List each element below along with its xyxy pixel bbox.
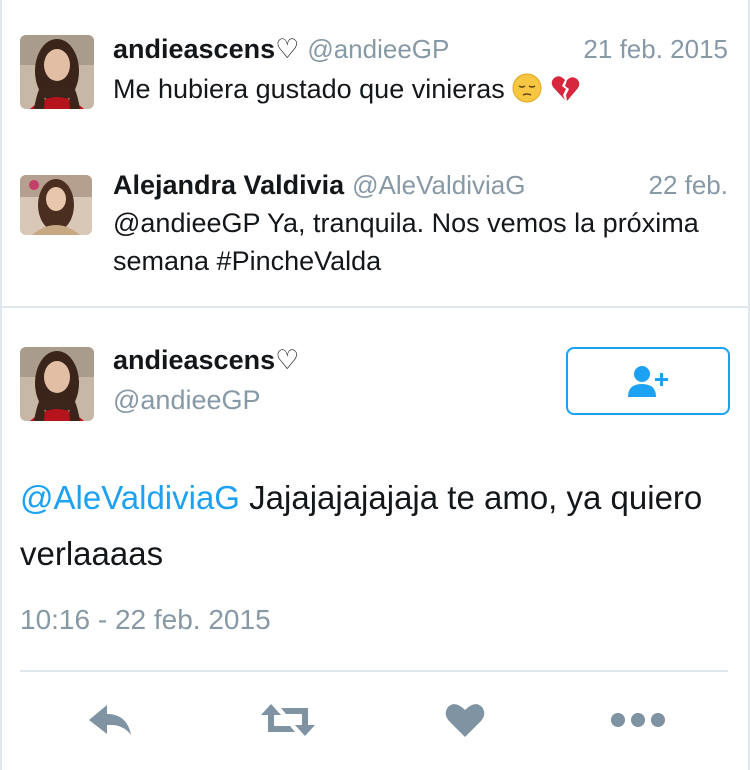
tweet-header: Alejandra Valdivia @AleValdiviaG 22 feb. <box>113 170 728 201</box>
retweet-button[interactable] <box>258 698 318 742</box>
tweet-conversation-view: andieascens♡ @andieeGP 21 feb. 2015 Me h… <box>0 0 750 770</box>
more-button[interactable] <box>610 698 666 742</box>
pensive-face-icon <box>512 73 542 103</box>
retweet-icon <box>261 704 315 736</box>
tweet-timestamp[interactable]: 10:16 - 22 feb. 2015 <box>20 604 271 636</box>
mention-link[interactable]: @AleValdiviaG <box>20 479 240 516</box>
author-name[interactable]: Alejandra Valdivia <box>113 170 344 201</box>
author-handle[interactable]: @andieeGP <box>307 34 449 65</box>
tweet-header: andieascens♡ @andieeGP 21 feb. 2015 <box>113 34 728 65</box>
author-name[interactable]: andieascens♡ <box>113 345 299 376</box>
actions-divider <box>20 670 728 672</box>
avatar[interactable] <box>20 175 92 235</box>
reply-button[interactable] <box>84 698 136 742</box>
author-name[interactable]: andieascens♡ <box>113 34 299 65</box>
left-border <box>0 0 2 770</box>
tweet-text-content: Me hubiera gustado que vinieras <box>113 74 505 104</box>
heart-icon <box>445 704 485 737</box>
author-handle[interactable]: @andieeGP <box>113 385 261 416</box>
broken-heart-icon <box>551 76 580 101</box>
tweet-text: @andieeGP Ya, tranquila. Nos vemos la pr… <box>113 208 699 276</box>
follow-person-plus-icon <box>628 366 668 397</box>
tweet-text: Me hubiera gustado que vinieras <box>113 70 726 108</box>
main-tweet-text: @AleValdiviaG Jajajajajajaja te amo, ya … <box>20 470 720 582</box>
like-button[interactable] <box>442 698 488 742</box>
reply-icon <box>89 705 131 735</box>
tweet-time[interactable]: 21 feb. 2015 <box>583 34 728 65</box>
author-handle[interactable]: @AleValdiviaG <box>352 170 525 201</box>
avatar[interactable] <box>20 347 94 421</box>
follow-button[interactable] <box>566 347 730 415</box>
avatar[interactable] <box>20 35 94 109</box>
tweet-time[interactable]: 22 feb. <box>648 170 728 201</box>
tweet-actions <box>0 698 750 742</box>
more-dots-icon <box>611 713 665 727</box>
section-divider <box>0 306 750 308</box>
